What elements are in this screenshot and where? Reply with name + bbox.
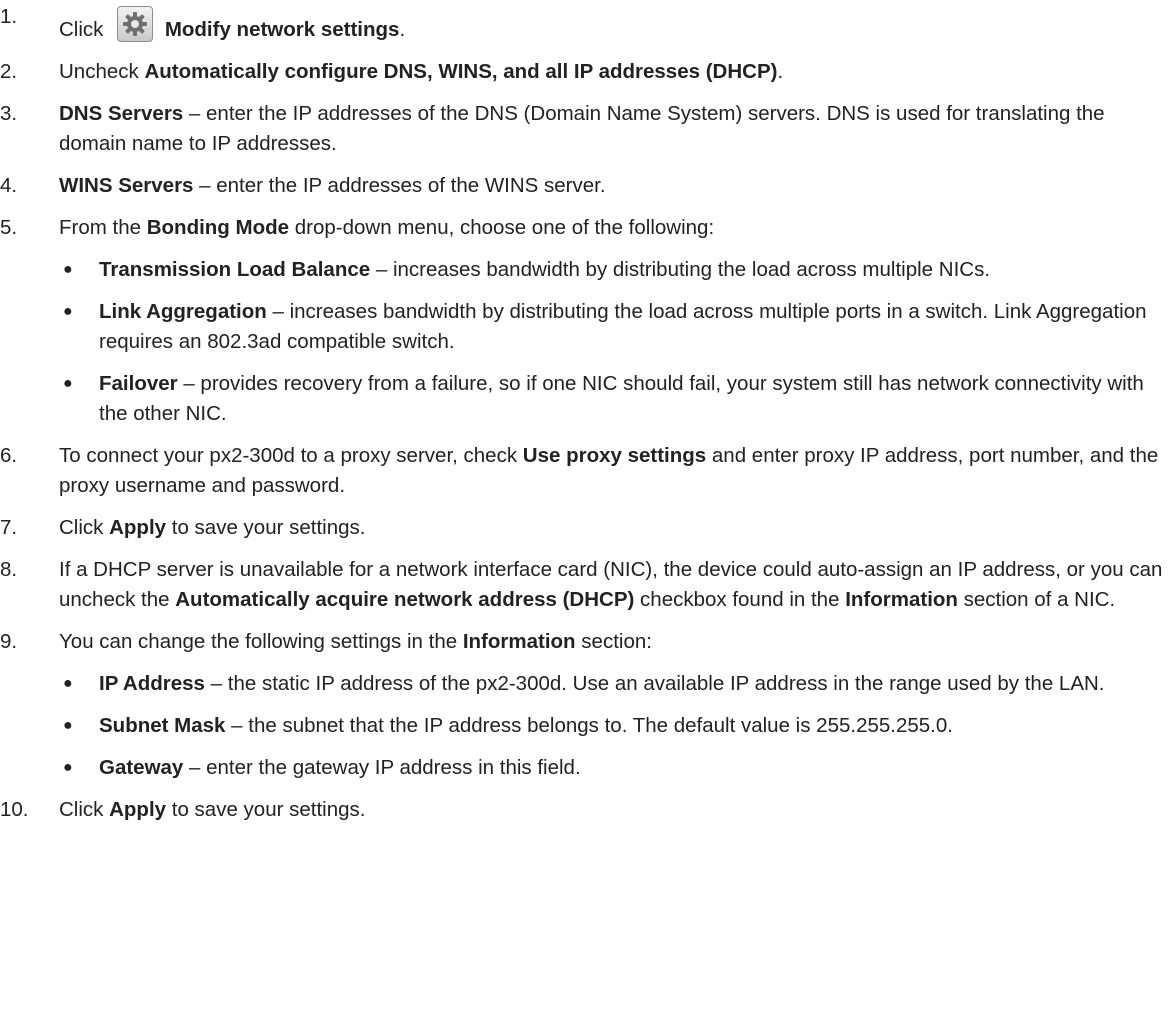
- step-number: 7.: [0, 516, 18, 539]
- step-text: section of a NIC.: [957, 588, 1116, 611]
- step-4: 4. WINS Servers – enter the IP addresses…: [0, 171, 1173, 201]
- bullet-dot: ●: [63, 375, 73, 392]
- step-text: You can change the following settings in…: [59, 630, 463, 653]
- step-text: Click: [59, 516, 110, 539]
- step-text: to save your settings.: [166, 798, 366, 821]
- ui-label-information: Information: [845, 588, 958, 611]
- step-text: Uncheck: [59, 60, 145, 83]
- bullet-dot: ●: [63, 717, 73, 734]
- step-10: 10. Click Apply to save your settings.: [0, 795, 1173, 825]
- bonding-mode-options: ● Transmission Load Balance – increases …: [59, 255, 1173, 429]
- ui-label-bonding-mode: Bonding Mode: [146, 216, 290, 239]
- step-1: 1. Click Modify network settings.: [0, 2, 1173, 45]
- list-item: ● Subnet Mask – the subnet that the IP a…: [59, 711, 1173, 741]
- step-5: 5. From the Bonding Mode drop-down menu,…: [0, 213, 1173, 429]
- option-name: Failover: [99, 372, 178, 395]
- setting-name: Gateway: [99, 756, 184, 779]
- ui-label-auto-acquire-dhcp: Automatically acquire network address (D…: [175, 588, 635, 611]
- step-text: section:: [575, 630, 652, 653]
- step-text: .: [777, 60, 784, 83]
- list-item: ● IP Address – the static IP address of …: [59, 669, 1173, 699]
- step-7: 7. Click Apply to save your settings.: [0, 513, 1173, 543]
- bullet-dot: ●: [63, 303, 73, 320]
- setting-description: – enter the gateway IP address in this f…: [183, 756, 581, 779]
- step-number: 6.: [0, 444, 18, 467]
- list-item: ● Transmission Load Balance – increases …: [59, 255, 1173, 285]
- document-body: 1. Click Modify network settings. 2. Unc…: [0, 2, 1173, 825]
- setting-name: IP Address: [99, 672, 205, 695]
- setting-description: – the subnet that the IP address belongs…: [225, 714, 953, 737]
- bullet-dot: ●: [63, 759, 73, 776]
- option-description: – provides recovery from a failure, so i…: [99, 372, 1144, 425]
- ui-label-use-proxy-settings: Use proxy settings: [522, 444, 707, 467]
- list-item: ● Failover – provides recovery from a fa…: [59, 369, 1173, 429]
- gear-icon[interactable]: [117, 6, 154, 42]
- step-number: 2.: [0, 60, 18, 83]
- step-number: 1.: [0, 5, 18, 28]
- step-3: 3. DNS Servers – enter the IP addresses …: [0, 99, 1173, 159]
- option-name: Link Aggregation: [99, 300, 267, 323]
- step-number: 8.: [0, 558, 18, 581]
- step-number: 4.: [0, 174, 18, 197]
- bullet-dot: ●: [63, 675, 73, 692]
- option-name: Transmission Load Balance: [99, 258, 371, 281]
- step-6: 6. To connect your px2-300d to a proxy s…: [0, 441, 1173, 501]
- ui-label-wins-servers: WINS Servers: [59, 174, 194, 197]
- step-number: 10.: [0, 798, 29, 821]
- step-text: Click: [59, 18, 110, 41]
- information-settings: ● IP Address – the static IP address of …: [59, 669, 1173, 783]
- step-text: – enter the IP addresses of the WINS ser…: [193, 174, 606, 197]
- step-text: checkbox found in the: [634, 588, 846, 611]
- ui-label-apply: Apply: [109, 798, 167, 821]
- step-text: – enter the IP addresses of the DNS (Dom…: [59, 102, 1105, 155]
- step-text: drop-down menu, choose one of the follow…: [289, 216, 715, 239]
- ui-label-apply: Apply: [109, 516, 167, 539]
- ui-label-auto-configure-dhcp: Automatically configure DNS, WINS, and a…: [144, 60, 778, 83]
- step-text: Click: [59, 798, 110, 821]
- step-number: 9.: [0, 630, 18, 653]
- ui-label-modify-network-settings: Modify network settings: [164, 18, 400, 41]
- ui-label-dns-servers: DNS Servers: [59, 102, 184, 125]
- step-text: To connect your px2-300d to a proxy serv…: [59, 444, 523, 467]
- list-item: ● Link Aggregation – increases bandwidth…: [59, 297, 1173, 357]
- bullet-dot: ●: [63, 261, 73, 278]
- step-number: 3.: [0, 102, 18, 125]
- step-text: .: [399, 18, 406, 41]
- setting-description: – the static IP address of the px2-300d.…: [204, 672, 1105, 695]
- step-number: 5.: [0, 216, 18, 239]
- setting-name: Subnet Mask: [99, 714, 226, 737]
- step-9: 9. You can change the following settings…: [0, 627, 1173, 783]
- option-description: – increases bandwidth by distributing th…: [370, 258, 991, 281]
- list-item: ● Gateway – enter the gateway IP address…: [59, 753, 1173, 783]
- ui-label-information: Information: [462, 630, 576, 653]
- step-8: 8. If a DHCP server is unavailable for a…: [0, 555, 1173, 615]
- step-text: From the: [59, 216, 147, 239]
- step-2: 2. Uncheck Automatically configure DNS, …: [0, 57, 1173, 87]
- step-text: to save your settings.: [166, 516, 366, 539]
